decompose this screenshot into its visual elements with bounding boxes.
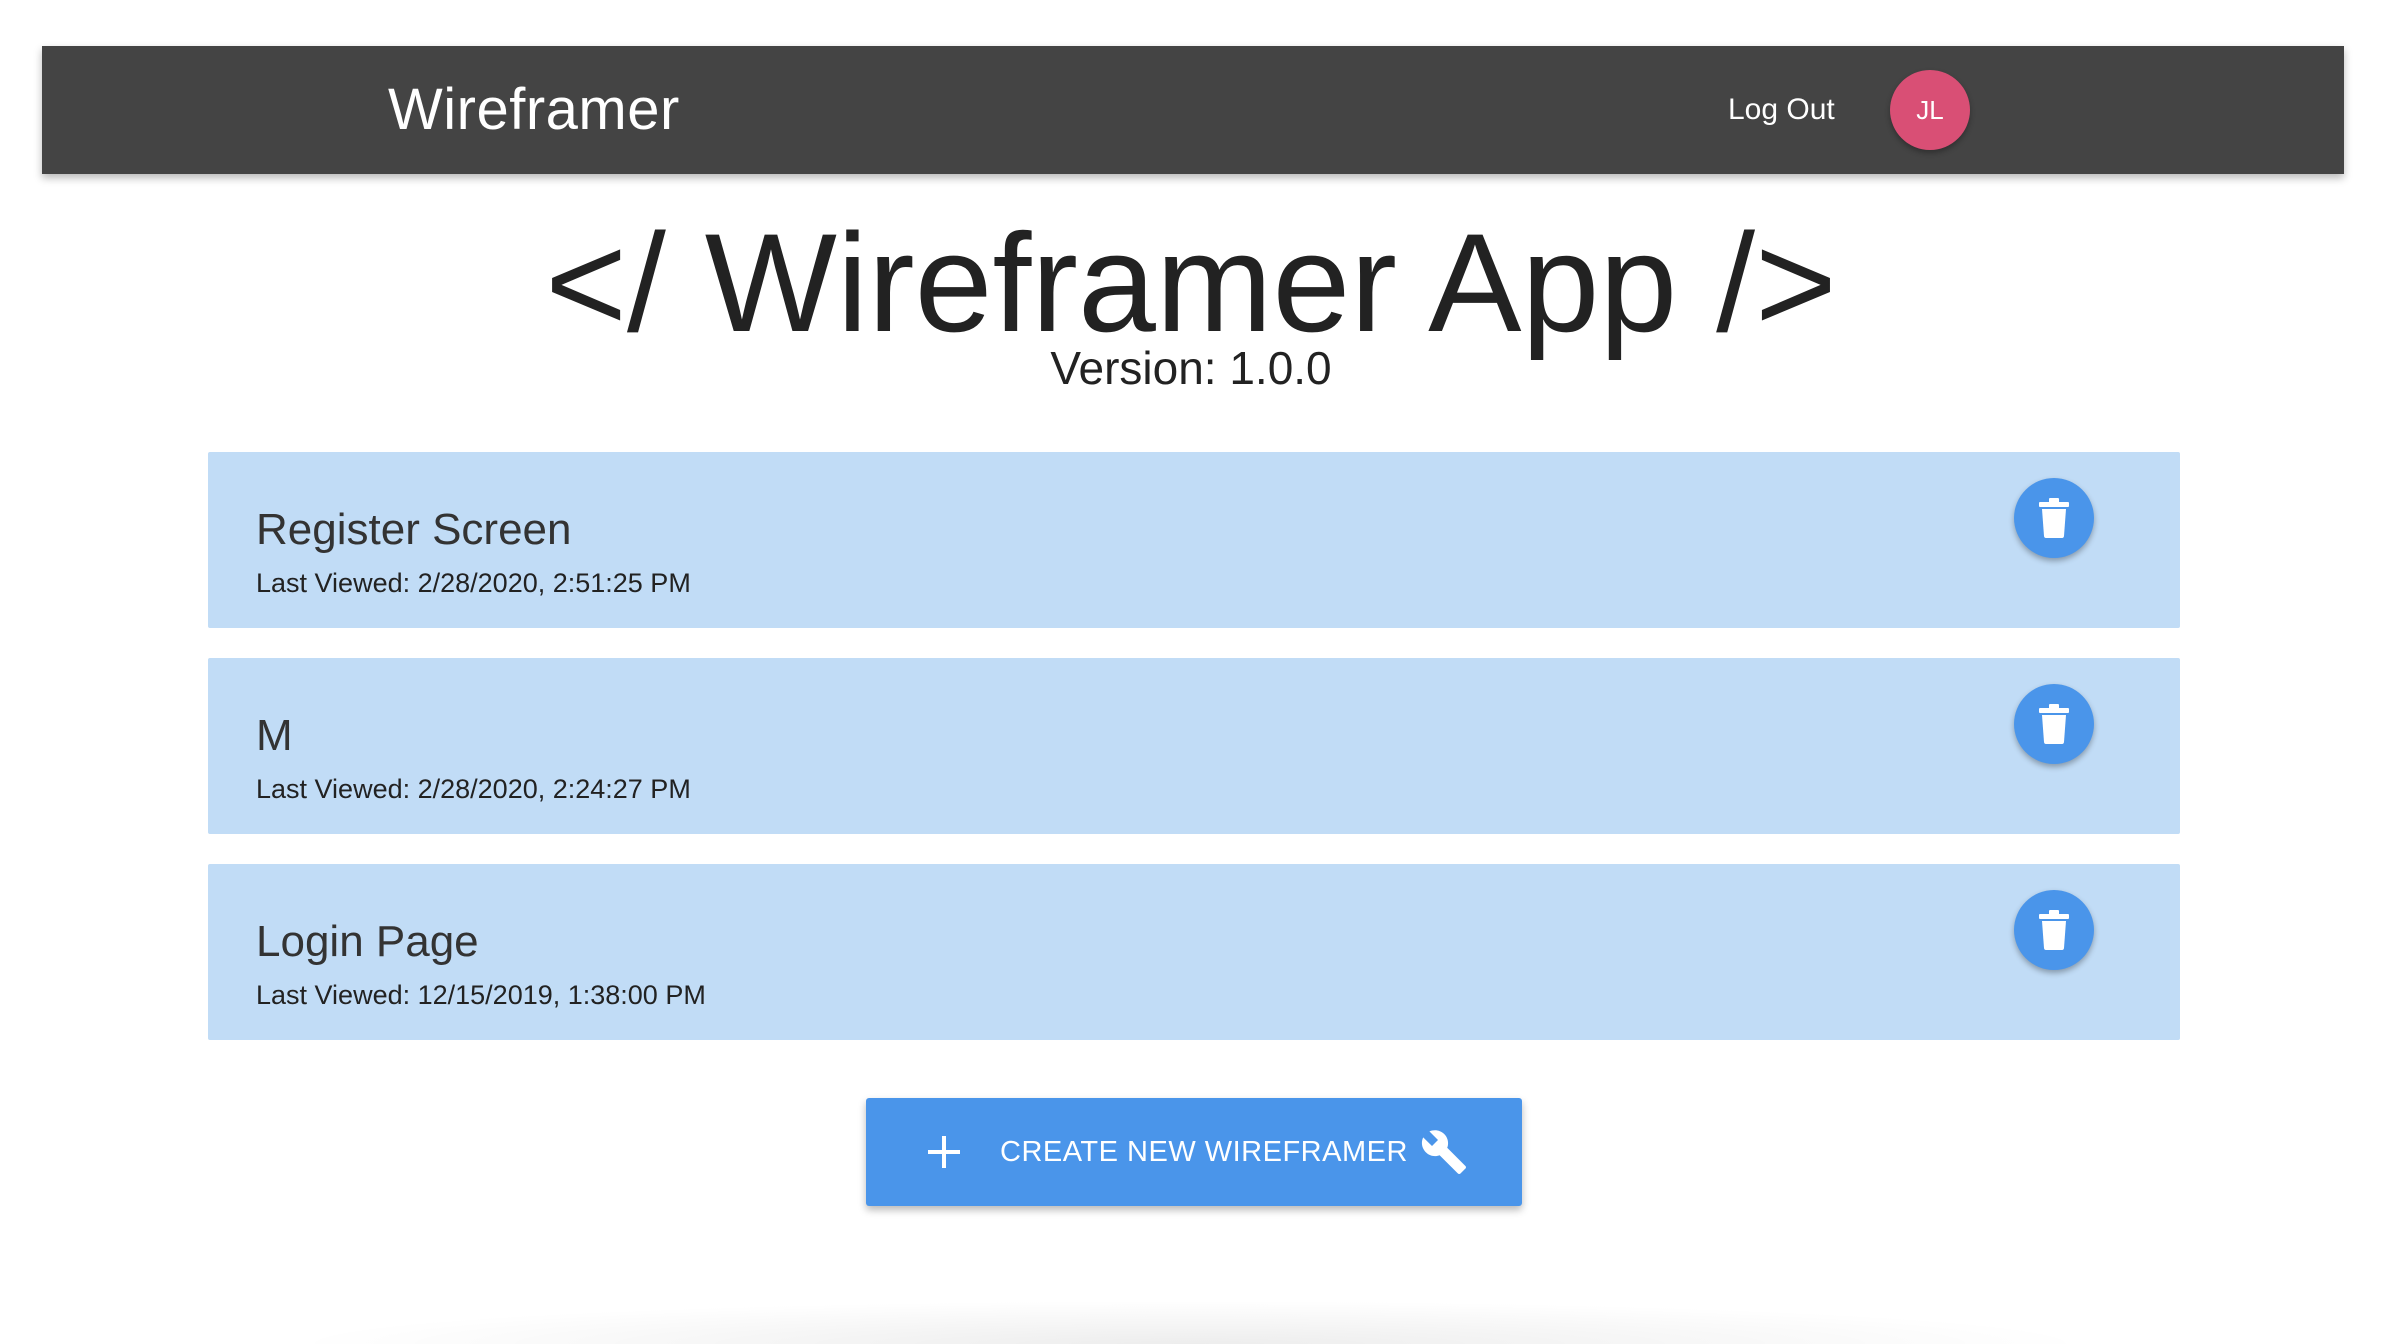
trash-icon [2039,704,2069,744]
version-label: Version: 1.0.0 [1050,342,1332,394]
last-viewed-text: Last Viewed: 2/28/2020, 2:51:25 PM [256,568,691,598]
wireframe-card[interactable]: Login Page Last Viewed: 12/15/2019, 1:38… [208,864,2180,1040]
user-avatar[interactable]: JL [1890,70,1970,150]
wireframe-card[interactable]: M Last Viewed: 2/28/2020, 2:24:27 PM [208,658,2180,834]
trash-icon [2039,498,2069,538]
create-button-label: CREATE NEW WIREFRAMER [1000,1136,1408,1168]
logout-link[interactable]: Log Out [1728,46,1835,174]
trash-icon [2039,910,2069,950]
page-title: </ Wireframer App /> [545,204,1837,361]
plus-icon [928,1136,960,1168]
last-viewed-text: Last Viewed: 12/15/2019, 1:38:00 PM [256,980,706,1010]
navbar: Wireframer Log Out JL [42,46,2344,174]
wireframe-name[interactable]: Register Screen [256,504,571,556]
delete-button[interactable] [2014,890,2094,970]
wireframe-card[interactable]: Register Screen Last Viewed: 2/28/2020, … [208,452,2180,628]
wrench-icon [1421,1130,1466,1174]
brand-logo[interactable]: Wireframer [388,46,680,174]
create-new-wireframer-button[interactable]: CREATE NEW WIREFRAMER [866,1098,1522,1206]
wireframe-name[interactable]: M [256,710,293,762]
delete-button[interactable] [2014,478,2094,558]
delete-button[interactable] [2014,684,2094,764]
wireframe-name[interactable]: Login Page [256,916,479,968]
last-viewed-text: Last Viewed: 2/28/2020, 2:24:27 PM [256,774,691,804]
bottom-shadow [280,1300,2100,1344]
